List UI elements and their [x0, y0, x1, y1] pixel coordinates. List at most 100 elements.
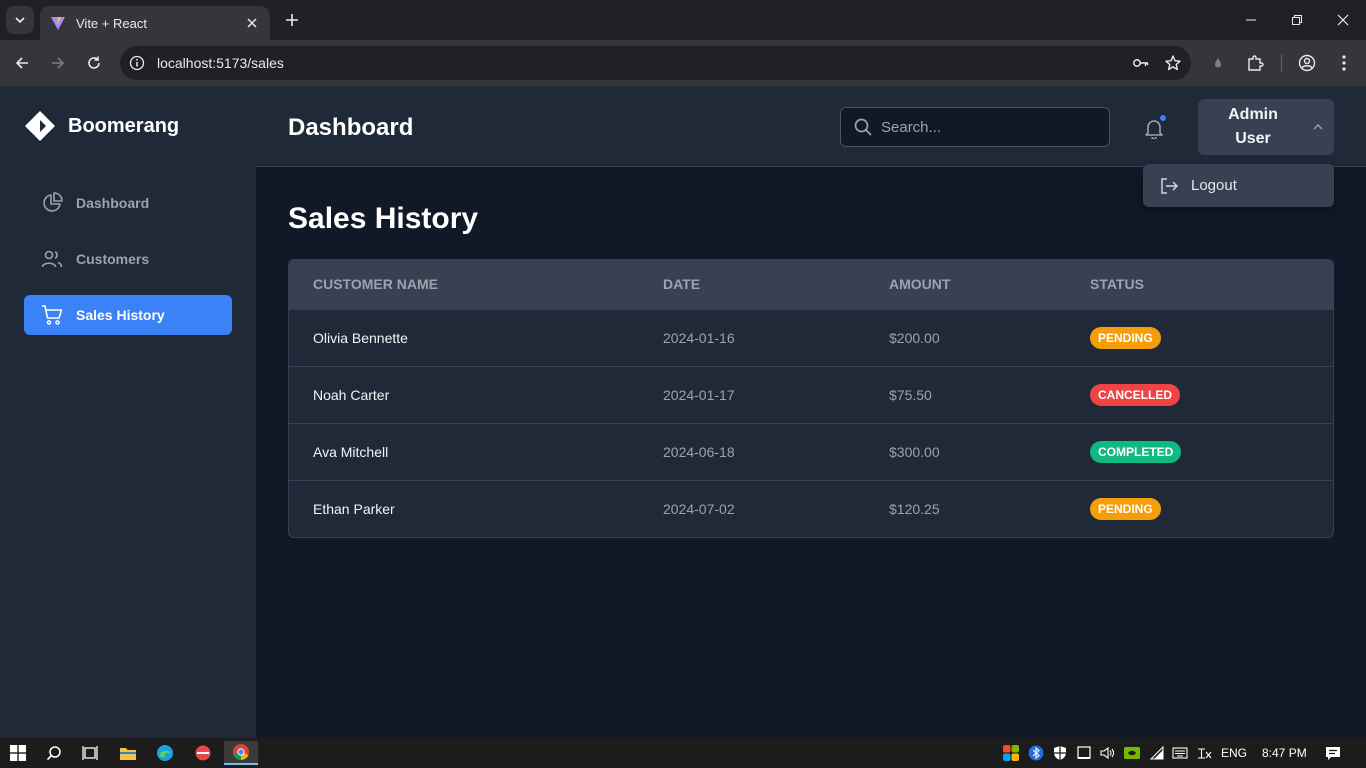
chrome-taskbar-button[interactable] [224, 741, 258, 765]
notification-center-icon[interactable] [1325, 745, 1341, 761]
volume-icon[interactable] [1099, 745, 1115, 761]
user-dropdown-menu: Logout [1143, 164, 1334, 207]
close-tab-icon[interactable] [244, 15, 260, 31]
notification-button[interactable] [1140, 114, 1168, 142]
table-row[interactable]: Noah Carter 2024-01-17 $75.50 CANCELLED [289, 366, 1333, 423]
restore-button[interactable] [1274, 0, 1320, 40]
browser-toolbar: localhost:5173/sales [0, 40, 1366, 86]
sidebar: Boomerang Dashboard Customers Sales Hist… [0, 86, 256, 738]
security-shield-icon[interactable] [1052, 745, 1068, 761]
reload-button[interactable] [80, 49, 108, 77]
minimize-icon [1246, 19, 1256, 21]
table-row[interactable]: Olivia Bennette 2024-01-16 $200.00 PENDI… [289, 309, 1333, 366]
sidebar-item-label: Customers [76, 251, 150, 267]
sales-table-container: CUSTOMER NAME DATE AMOUNT STATUS Olivia … [288, 259, 1334, 538]
address-bar[interactable]: localhost:5173/sales [120, 46, 1191, 80]
customer-name-cell: Ethan Parker [313, 500, 395, 517]
wifi-icon[interactable] [1149, 745, 1165, 761]
status-badge: PENDING [1090, 326, 1161, 349]
language-indicator[interactable]: ENG [1221, 746, 1247, 760]
app-tray-icon[interactable] [1003, 745, 1019, 761]
date-cell: 2024-07-02 [663, 500, 735, 517]
sidebar-item-sales-history[interactable]: Sales History [24, 295, 232, 335]
search-icon [46, 746, 61, 761]
arrow-right-icon [52, 57, 65, 69]
browser-menu-icon[interactable] [1330, 49, 1358, 77]
forward-button[interactable] [44, 49, 72, 77]
column-header-status[interactable]: STATUS [1066, 260, 1333, 309]
browser-tab-active[interactable]: Vite + React [40, 6, 270, 40]
user-name-line2: User [1235, 130, 1271, 147]
table-row[interactable]: Ava Mitchell 2024-06-18 $300.00 COMPLETE… [289, 423, 1333, 480]
header-title: Dashboard [288, 114, 414, 141]
notification-dot [1160, 115, 1166, 121]
restore-icon [1292, 15, 1302, 25]
status-badge: PENDING [1090, 497, 1161, 520]
cart-icon [40, 303, 64, 327]
brand[interactable]: Boomerang [24, 110, 179, 142]
edge-icon [157, 745, 173, 761]
plus-icon [286, 14, 298, 26]
clock[interactable]: 8:47 PM [1262, 746, 1307, 760]
status-cell: CANCELLED [1066, 366, 1333, 423]
task-view-button[interactable] [77, 741, 103, 765]
main-content: Sales History CUSTOMER NAME DATE AMOUNT … [256, 167, 1366, 738]
table-row[interactable]: Ethan Parker 2024-07-02 $120.25 PENDING [289, 480, 1333, 537]
chevron-down-icon [15, 17, 25, 24]
extensions-puzzle-icon[interactable] [1241, 49, 1269, 77]
brand-name: Boomerang [68, 114, 180, 137]
column-header-date[interactable]: DATE [639, 260, 865, 309]
search-box[interactable] [840, 107, 1110, 147]
url-text: localhost:5173/sales [157, 55, 284, 71]
display-icon[interactable] [1076, 745, 1092, 761]
windows-logo-icon [10, 745, 26, 761]
arrow-left-icon [15, 57, 28, 69]
tab-title: Vite + React [76, 15, 147, 31]
site-info-icon[interactable] [125, 51, 149, 75]
password-key-icon[interactable] [1127, 49, 1155, 77]
amount-cell: $120.25 [889, 500, 940, 517]
status-cell: PENDING [1066, 309, 1333, 366]
user-menu-button[interactable]: Admin User [1198, 99, 1334, 155]
date-cell: 2024-01-17 [663, 386, 735, 403]
amount-cell: $75.50 [889, 386, 932, 403]
top-header: Dashboard Admin User [256, 86, 1366, 167]
profile-icon[interactable] [1293, 49, 1321, 77]
column-header-amount[interactable]: AMOUNT [865, 260, 1066, 309]
chrome-icon [233, 744, 249, 761]
close-window-button[interactable] [1320, 0, 1366, 40]
app-taskbar-button[interactable] [190, 741, 216, 765]
edge-browser-button[interactable] [152, 741, 178, 765]
customer-name-cell: Ava Mitchell [313, 443, 389, 460]
user-name: Admin User [1198, 103, 1308, 151]
table-header-row: CUSTOMER NAME DATE AMOUNT STATUS [289, 260, 1333, 309]
back-button[interactable] [8, 49, 36, 77]
amount-cell: $200.00 [889, 329, 940, 346]
logout-menu-item[interactable]: Logout [1191, 177, 1237, 194]
tab-search-button[interactable] [6, 6, 34, 34]
browser-tab-bar: Vite + React [0, 0, 1366, 40]
column-header-customer-name[interactable]: CUSTOMER NAME [289, 260, 639, 309]
taskbar-search-button[interactable] [41, 741, 67, 765]
file-explorer-button[interactable] [115, 741, 141, 765]
status-badge: COMPLETED [1090, 440, 1182, 463]
extension-drop-icon[interactable] [1204, 49, 1232, 77]
nvidia-icon[interactable] [1124, 745, 1140, 761]
new-tab-button[interactable] [280, 8, 304, 32]
search-icon [853, 117, 873, 137]
start-button[interactable] [5, 741, 31, 765]
sidebar-item-dashboard[interactable]: Dashboard [24, 183, 232, 223]
close-icon [1337, 14, 1349, 26]
minimize-button[interactable] [1228, 0, 1274, 40]
users-icon [40, 247, 64, 271]
pie-chart-icon [40, 191, 64, 215]
customer-name-cell: Noah Carter [313, 386, 390, 403]
keyboard-icon[interactable] [1172, 745, 1188, 761]
input-method-icon[interactable] [1196, 745, 1212, 761]
search-input[interactable] [881, 118, 1081, 136]
bookmark-star-icon[interactable] [1159, 49, 1187, 77]
sidebar-item-customers[interactable]: Customers [24, 239, 232, 279]
bluetooth-icon[interactable] [1028, 745, 1044, 761]
app-icon [195, 745, 211, 761]
reload-icon [88, 56, 100, 69]
